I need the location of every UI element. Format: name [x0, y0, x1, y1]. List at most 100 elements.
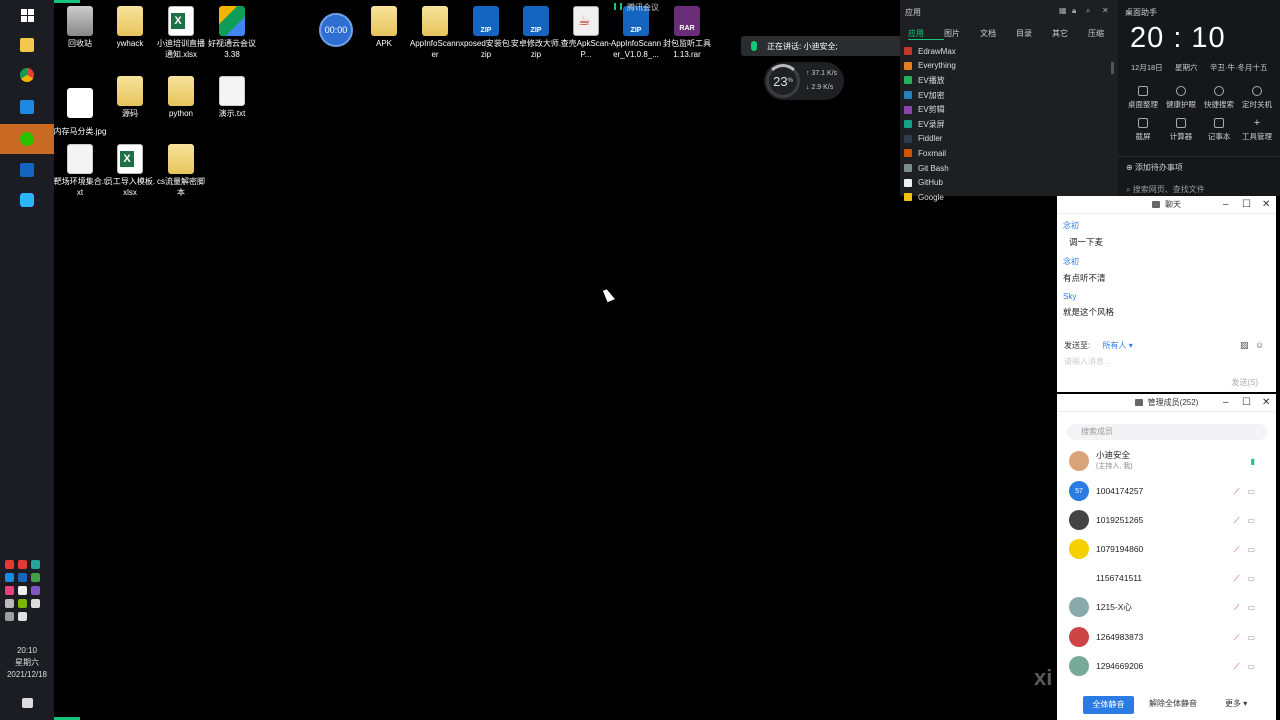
desktop-icon-recycle-bin[interactable]: 回收站	[53, 6, 107, 49]
network-monitor[interactable]: 23% ↑ 37.1 K/s ↓ 2.9 K/s	[764, 62, 844, 100]
nvidia-icon[interactable]	[18, 599, 27, 608]
chat-input[interactable]: 请输入消息...	[1064, 356, 1111, 367]
taskbar-chrome[interactable]	[0, 60, 54, 90]
mic-off-icon[interactable]: ⟋▭	[1234, 487, 1263, 497]
desktop-icon-appinfoscanner[interactable]: AppInfoScanner	[408, 6, 462, 60]
launcher-item[interactable]: EV剪辑	[904, 102, 956, 117]
launcher-item[interactable]: Foxmail	[904, 146, 956, 161]
mic-off-icon[interactable]: ⟋▭	[1234, 516, 1263, 526]
tool-calculator[interactable]: 计算器	[1162, 118, 1200, 142]
tab-documents[interactable]: 文档	[980, 28, 1016, 40]
mention-icon[interactable]: ☺	[1255, 340, 1264, 350]
desktop-icon-xlsx-notice[interactable]: 小迪培训直播通知.xlsx	[154, 6, 208, 60]
tray-icon[interactable]	[18, 573, 27, 582]
member-row[interactable]: 1079194860 ⟋▭	[1069, 536, 1269, 562]
desktop-icon-memory-jpg[interactable]: 内存马分类.jpg	[53, 80, 107, 137]
mic-off-icon[interactable]: ⟋▭	[1234, 662, 1263, 672]
launcher-item[interactable]: GitHub	[904, 175, 956, 190]
mic-off-icon[interactable]: ⟋▭	[1234, 574, 1263, 584]
tool-manage[interactable]: + 工具管理	[1238, 118, 1276, 142]
tool-quick-search[interactable]: 快捷搜索	[1200, 86, 1238, 110]
close-icon[interactable]: ✕	[1262, 196, 1270, 214]
tray-icon[interactable]	[5, 560, 14, 569]
start-button[interactable]	[0, 0, 54, 30]
tray-icon[interactable]	[5, 599, 14, 608]
grid-icon[interactable]: ▦	[1059, 6, 1067, 15]
desktop-icon-haoshitong[interactable]: 好视通云会议3.38	[205, 6, 259, 60]
launcher-item[interactable]: EV录屏	[904, 117, 956, 132]
mic-off-icon[interactable]: ⟋▭	[1234, 603, 1263, 613]
microphone-icon[interactable]	[18, 586, 27, 595]
launcher-item[interactable]: EV加密	[904, 88, 956, 103]
launcher-item[interactable]: EV播放	[904, 73, 956, 88]
launcher-item[interactable]: Google	[904, 190, 956, 205]
mute-all-button[interactable]: 全体静音	[1083, 696, 1134, 714]
desktop-icon-appinfoscanner-zip[interactable]: AppInfoScanner_V1.0.8_...	[609, 6, 663, 60]
network-icon[interactable]	[5, 612, 14, 621]
launcher-item[interactable]: Fiddler	[904, 132, 956, 147]
member-row[interactable]: 1215-X心 ⟋▭	[1069, 594, 1269, 620]
tab-folders[interactable]: 目录	[1016, 28, 1052, 40]
desktop-icon-android-master-zip[interactable]: 安卓修改大师.zip	[509, 6, 563, 60]
mic-off-icon[interactable]: ⟋▭	[1234, 545, 1263, 555]
desktop-icon-employee-xlsx[interactable]: 员工导入模板.xlsx	[103, 144, 157, 198]
tray-icon[interactable]	[31, 586, 40, 595]
launcher-scrollbar[interactable]	[1111, 62, 1114, 74]
tool-notepad[interactable]: 记事本	[1200, 118, 1238, 142]
send-to-select[interactable]: 所有人 ▾	[1102, 341, 1132, 350]
mic-on-icon[interactable]: ▮	[1251, 457, 1263, 466]
maximize-icon[interactable]: ☐	[1242, 394, 1251, 412]
desktop-icon-range-txt[interactable]: 靶场环境集合.txt	[53, 144, 107, 198]
desktop-icon-ywhack[interactable]: ywhack	[103, 6, 157, 49]
member-row[interactable]: 1019251265 ⟋▭	[1069, 507, 1269, 533]
tool-shutdown-timer[interactable]: 定时关机	[1238, 86, 1276, 110]
tool-eye-care[interactable]: 健康护眼	[1162, 86, 1200, 110]
desktop-icon-apkscan[interactable]: 查壳ApkScan-P...	[559, 6, 613, 60]
launcher-item[interactable]: Everything	[904, 59, 956, 74]
taskbar-wechat[interactable]	[0, 124, 54, 154]
tool-desktop-organize[interactable]: 桌面整理	[1124, 86, 1162, 110]
member-row[interactable]: 1294669206 ⟋▭	[1069, 653, 1269, 679]
minimize-icon[interactable]: –	[1223, 196, 1229, 214]
desktop-icon-source[interactable]: 源码	[103, 76, 157, 119]
record-timer[interactable]: 00:00	[319, 13, 353, 47]
member-row[interactable]: 57 1004174257 ⟋▭	[1069, 478, 1269, 504]
maximize-icon[interactable]: ☐	[1242, 196, 1251, 214]
desktop-icon-packet-tool-rar[interactable]: 封包监听工具1.13.rar	[660, 6, 714, 60]
volume-icon[interactable]	[18, 612, 27, 621]
assistant-search[interactable]: ⌕ 搜索网页、查找文件	[1126, 184, 1205, 195]
add-todo-button[interactable]: ⊕ 添加待办事项	[1126, 162, 1183, 173]
tray-icon[interactable]	[31, 573, 40, 582]
unmute-all-button[interactable]: 解除全体静音	[1149, 698, 1197, 709]
tray-icon[interactable]	[5, 586, 14, 595]
more-button[interactable]: 更多 ▾	[1225, 698, 1247, 709]
image-icon[interactable]: ▨	[1240, 340, 1249, 351]
close-icon[interactable]: ✕	[1102, 6, 1109, 15]
display-icon[interactable]	[31, 599, 40, 608]
member-search-input[interactable]: 搜索成员	[1067, 424, 1267, 440]
taskbar-app-settings[interactable]	[0, 185, 54, 215]
tray-icon[interactable]	[18, 560, 27, 569]
tray-icon[interactable]	[31, 560, 40, 569]
close-icon[interactable]: ✕	[1262, 394, 1270, 412]
tool-screenshot[interactable]: 截屏	[1124, 118, 1162, 142]
minimize-icon[interactable]: –	[1223, 394, 1229, 412]
desktop-icon-xposed-zip[interactable]: xposed安装包.zip	[459, 6, 513, 60]
tab-apps[interactable]: 应用	[908, 28, 944, 40]
tray-icon[interactable]	[5, 573, 14, 582]
taskbar-file-explorer[interactable]	[0, 30, 54, 60]
member-row[interactable]: 小迪安全 (主持人, 我) ▮	[1069, 448, 1269, 474]
launcher-item[interactable]: EdrawMax	[904, 44, 956, 59]
desktop-icon-demo-txt[interactable]: 演示.txt	[205, 76, 259, 119]
mic-off-icon[interactable]: ⟋▭	[1234, 633, 1263, 643]
send-button[interactable]: 发送(S)	[1231, 377, 1258, 388]
taskbar-clock[interactable]: 20:10 星期六 2021/12/18	[0, 645, 54, 681]
tab-images[interactable]: 图片	[944, 28, 980, 40]
member-row[interactable]: 1264983873 ⟋▭	[1069, 624, 1269, 650]
tab-other[interactable]: 其它	[1052, 28, 1088, 40]
desktop-icon-python[interactable]: python	[154, 76, 208, 119]
lock-icon[interactable]: 🔒︎	[1072, 6, 1076, 16]
notification-center-button[interactable]	[0, 688, 54, 718]
desktop-icon-cs-script[interactable]: cs流量解密脚本	[154, 144, 208, 198]
desktop-icon-apk[interactable]: APK	[357, 6, 411, 49]
